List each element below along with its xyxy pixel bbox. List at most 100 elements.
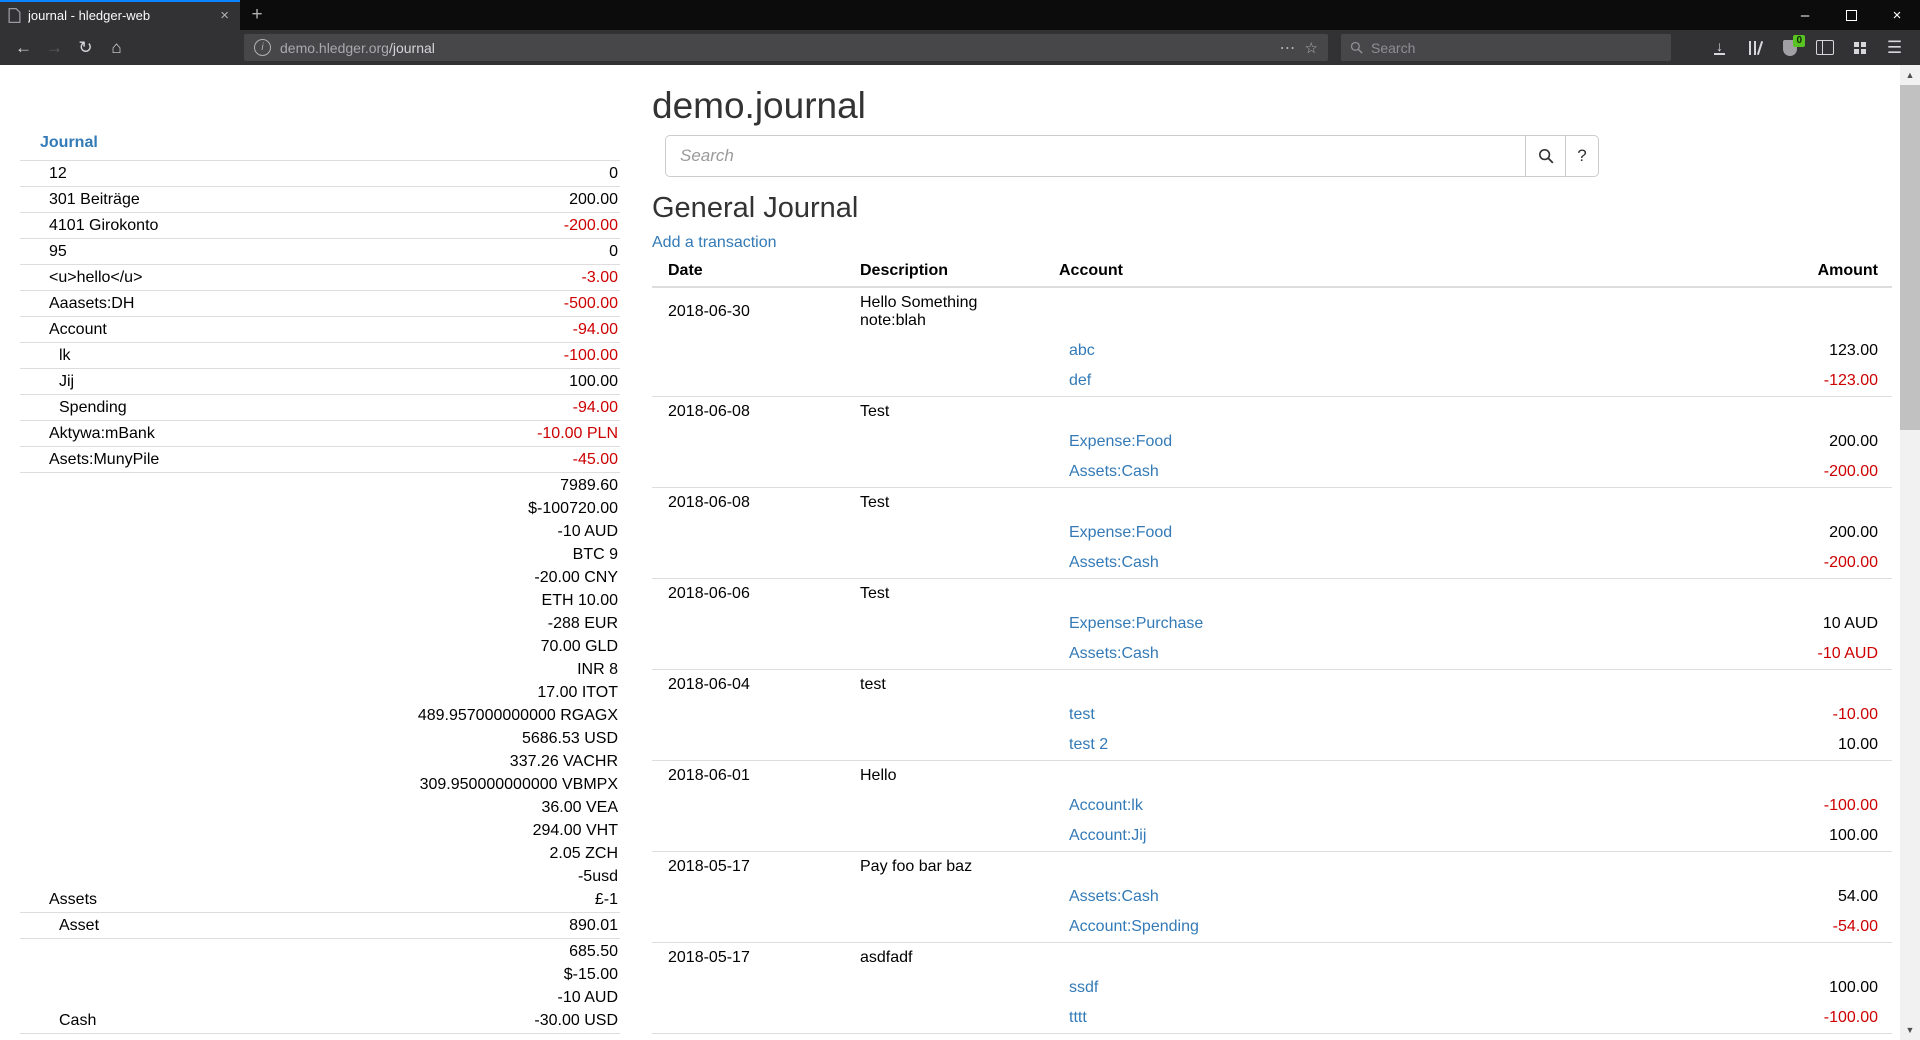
- transaction-row[interactable]: 2018-05-17Pay foo bar baz: [652, 852, 1892, 883]
- account-balance: -10 AUD: [558, 520, 620, 543]
- posting-account-link[interactable]: Assets:Cash: [1069, 888, 1159, 905]
- tab-close-icon[interactable]: ×: [217, 7, 232, 24]
- posting-account-link[interactable]: abc: [1069, 342, 1095, 359]
- posting-account-link[interactable]: def: [1069, 372, 1091, 389]
- account-name: [20, 520, 558, 543]
- account-name[interactable]: Aktywa:mBank: [20, 422, 537, 445]
- posting-account-link[interactable]: tttt: [1069, 1009, 1087, 1026]
- account-name[interactable]: Assets: [20, 888, 595, 911]
- account-balance-line: $-15.00: [20, 963, 620, 986]
- account-name[interactable]: 12: [20, 162, 609, 185]
- extension-icon[interactable]: 0: [1774, 33, 1805, 62]
- account-name: [20, 773, 420, 796]
- account-balance-line: ETH 10.00: [20, 589, 620, 612]
- url-bar[interactable]: i demo.hledger.org/journal ⋯ ☆: [244, 34, 1328, 61]
- back-button[interactable]: ←: [8, 33, 39, 62]
- browser-window: journal - hledger-web × + – × ← → ↻ ⌂ i …: [0, 0, 1920, 1040]
- url-text: demo.hledger.org/journal: [280, 40, 1271, 56]
- account-balance: £-1: [595, 888, 620, 911]
- journal-search-input[interactable]: [665, 135, 1525, 177]
- site-info-icon[interactable]: i: [254, 39, 271, 56]
- posting-account-link[interactable]: ssdf: [1069, 979, 1098, 996]
- page-favicon-icon: [8, 8, 21, 23]
- new-tab-button[interactable]: +: [240, 0, 274, 30]
- posting-account-link[interactable]: Expense:Purchase: [1069, 615, 1203, 632]
- account-name[interactable]: Spending: [20, 396, 573, 419]
- reload-button[interactable]: ↻: [70, 33, 101, 62]
- search-help-button[interactable]: ?: [1565, 135, 1599, 177]
- posting-account-link[interactable]: test 2: [1069, 736, 1108, 753]
- posting-account-link[interactable]: Account:lk: [1069, 797, 1143, 814]
- account-balance-line: -117.00: [20, 1035, 620, 1040]
- account-name[interactable]: Aaasets:DH: [20, 292, 564, 315]
- scrollbar-thumb[interactable]: [1900, 85, 1920, 430]
- transaction-row[interactable]: 2018-05-17Test: [652, 1034, 1892, 1040]
- window-minimize-button[interactable]: –: [1782, 0, 1828, 30]
- sidebar-journal-link[interactable]: Journal: [40, 134, 98, 151]
- downloads-icon[interactable]: ↓: [1704, 40, 1735, 55]
- transaction-row[interactable]: 2018-05-17asdfadf: [652, 943, 1892, 974]
- forward-button[interactable]: →: [39, 33, 70, 62]
- account-name[interactable]: Jij: [20, 370, 569, 393]
- sidebar-toggle-icon[interactable]: [1809, 33, 1840, 62]
- transaction-row[interactable]: 2018-06-30Hello Something note:blah: [652, 287, 1892, 336]
- posting-account-link[interactable]: test: [1069, 706, 1095, 723]
- account-name[interactable]: 95: [20, 240, 609, 263]
- posting-amount: -123.00: [1698, 366, 1892, 397]
- bookmark-star-icon[interactable]: ☆: [1305, 39, 1318, 57]
- menu-icon[interactable]: ☰: [1879, 33, 1910, 62]
- maximize-icon: [1846, 10, 1857, 21]
- account-balance-line: INR 8: [20, 658, 620, 681]
- transaction-row[interactable]: 2018-06-06Test: [652, 579, 1892, 610]
- account-balance-line: BTC 9: [20, 543, 620, 566]
- journal-search-button[interactable]: [1525, 135, 1565, 177]
- library-icon[interactable]: [1739, 40, 1770, 55]
- page-content: Journal 120301 Beiträge200.004101 Giroko…: [0, 65, 1920, 1040]
- posting-account-link[interactable]: Expense:Food: [1069, 433, 1172, 450]
- posting-row: Account:lk -100.00: [652, 791, 1892, 821]
- scrollbar-down-icon[interactable]: ▼: [1900, 1020, 1920, 1040]
- transaction-row[interactable]: 2018-06-08Test: [652, 488, 1892, 519]
- account-name: [20, 842, 550, 865]
- journal-search-form: ?: [665, 135, 1892, 177]
- url-domain: demo.hledger.org: [280, 40, 389, 56]
- account-name: [20, 612, 548, 635]
- page-actions-icon[interactable]: ⋯: [1280, 38, 1296, 58]
- posting-amount: -100.00: [1698, 791, 1892, 821]
- browser-toolbar: ← → ↻ ⌂ i demo.hledger.org/journal ⋯ ☆ S…: [0, 30, 1920, 65]
- account-name[interactable]: lk: [20, 344, 564, 367]
- posting-account-link[interactable]: Account:Spending: [1069, 918, 1199, 935]
- transaction-row[interactable]: 2018-06-04test: [652, 670, 1892, 701]
- posting-account-link[interactable]: Assets:Cash: [1069, 645, 1159, 662]
- browser-search-bar[interactable]: Search: [1341, 34, 1671, 61]
- account-name[interactable]: 4101 Girokonto: [20, 214, 564, 237]
- account-name[interactable]: Account: [20, 318, 573, 341]
- scrollbar-up-icon[interactable]: ▲: [1900, 65, 1920, 85]
- account-row: -117.00: [20, 1034, 620, 1040]
- posting-account-link[interactable]: Account:Jij: [1069, 827, 1146, 844]
- window-close-button[interactable]: ×: [1874, 0, 1920, 30]
- page-title: demo.journal: [652, 85, 1892, 127]
- add-transaction-link[interactable]: Add a transaction: [652, 233, 777, 252]
- account-name[interactable]: 301 Beiträge: [20, 188, 569, 211]
- account-row: Asets:MunyPile-45.00: [20, 447, 620, 473]
- posting-account-link[interactable]: Expense:Food: [1069, 524, 1172, 541]
- posting-row: Expense:Food200.00: [652, 518, 1892, 548]
- account-name[interactable]: Cash: [20, 1009, 534, 1032]
- transaction-description: Hello Something note:blah: [850, 287, 1049, 336]
- posting-account-link[interactable]: Assets:Cash: [1069, 463, 1159, 480]
- account-name[interactable]: Asets:MunyPile: [20, 448, 573, 471]
- posting-account-link[interactable]: Assets:Cash: [1069, 554, 1159, 571]
- transaction-row[interactable]: 2018-06-08Test: [652, 397, 1892, 428]
- window-maximize-button[interactable]: [1828, 0, 1874, 30]
- account-balance-line: Assets£-1: [20, 888, 620, 911]
- account-name[interactable]: Asset: [20, 914, 569, 937]
- home-button[interactable]: ⌂: [101, 33, 132, 62]
- account-balance: -94.00: [573, 396, 620, 419]
- grid-icon[interactable]: [1844, 33, 1875, 62]
- transaction-row[interactable]: 2018-06-01Hello: [652, 761, 1892, 792]
- account-row: 301 Beiträge200.00: [20, 187, 620, 213]
- browser-tab[interactable]: journal - hledger-web ×: [0, 0, 240, 30]
- page-scrollbar[interactable]: ▲ ▼: [1900, 65, 1920, 1040]
- account-name[interactable]: <u>hello</u>: [20, 266, 582, 289]
